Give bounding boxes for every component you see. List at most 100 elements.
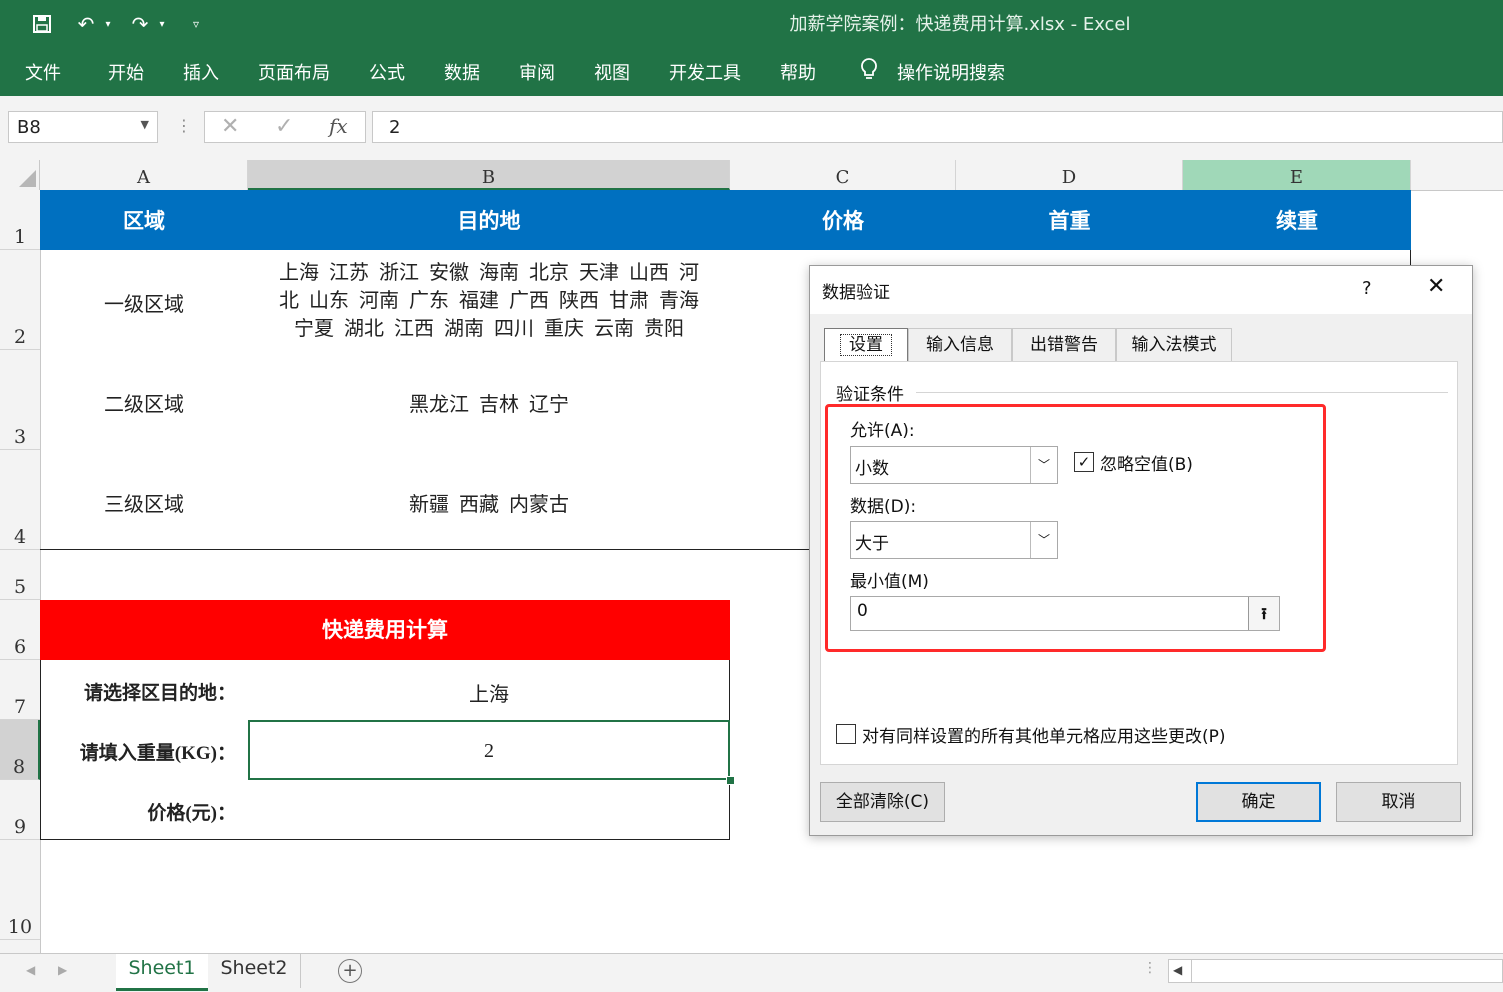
tab-error-alert[interactable]: 出错警告 — [1012, 328, 1116, 361]
tab-data[interactable]: 数据 — [444, 59, 480, 85]
row-header-4[interactable]: 4 — [0, 450, 40, 550]
region-destinations-2[interactable]: 黑龙江 吉林 辽宁 — [248, 388, 730, 417]
title-bar: ↶ ▾ ↷ ▾ ▿ 加薪学院案例：快递费用计算.xlsx - Excel — [0, 0, 1503, 48]
row-header-10[interactable]: 10 — [0, 840, 40, 940]
header-cell-extra-weight[interactable]: 续重 — [1183, 190, 1411, 250]
row-header-2[interactable]: 2 — [0, 250, 40, 350]
sheet-tab-sheet2[interactable]: Sheet2 — [208, 954, 301, 988]
tab-page-layout[interactable]: 页面布局 — [258, 59, 330, 85]
column-header-c[interactable]: C — [730, 160, 956, 190]
window-title: 加薪学院案例：快递费用计算.xlsx - Excel — [789, 14, 1131, 35]
tab-input-message[interactable]: 输入信息 — [908, 328, 1012, 361]
ok-button[interactable]: 确定 — [1196, 782, 1321, 822]
scroll-left-icon[interactable]: ◀ — [26, 963, 35, 977]
formula-buttons: ✕ ✓ fx — [204, 111, 366, 143]
ignore-blank-checkbox[interactable]: ✓ — [1074, 452, 1094, 472]
row-header-1[interactable]: 1 — [0, 190, 40, 250]
region-destinations-1[interactable]: 上海 江苏 浙江 安徽 海南 北京 天津 山西 河 北 山东 河南 广东 福建 … — [248, 259, 730, 343]
section-label-criteria: 验证条件 — [836, 385, 904, 405]
region-name-1[interactable]: 一级区域 — [40, 288, 248, 317]
tab-developer[interactable]: 开发工具 — [669, 59, 741, 85]
header-cell-first-weight[interactable]: 首重 — [956, 190, 1183, 250]
row-header-6[interactable]: 6 — [0, 600, 40, 660]
row-header-5[interactable]: 5 — [0, 550, 40, 600]
row-header-3[interactable]: 3 — [0, 350, 40, 450]
minimum-input[interactable]: 0 ⭱ — [850, 596, 1280, 631]
column-header-b[interactable]: B — [248, 160, 730, 190]
clear-all-button[interactable]: 全部清除(C) — [820, 782, 945, 822]
weight-input-cell-selected[interactable]: 2 — [248, 720, 730, 780]
price-label: 价格(元)： — [147, 803, 236, 824]
region-name-3[interactable]: 三级区域 — [40, 488, 248, 517]
calc-title[interactable]: 快递费用计算 — [40, 600, 730, 660]
tab-home[interactable]: 开始 — [108, 59, 144, 85]
region-destinations-3[interactable]: 新疆 西藏 内蒙古 — [248, 488, 730, 517]
region-name-2[interactable]: 二级区域 — [40, 388, 248, 417]
sheet-tab-sheet1[interactable]: Sheet1 — [116, 954, 208, 991]
minimum-label: 最小值(M) — [850, 572, 929, 592]
redo-dropdown-icon[interactable]: ▾ — [154, 8, 170, 40]
row-headers: 1 2 3 4 5 6 7 8 9 10 — [0, 190, 41, 953]
enter-icon[interactable]: ✓ — [275, 114, 293, 139]
help-button[interactable]: ? — [1362, 278, 1372, 299]
tab-insert[interactable]: 插入 — [183, 59, 219, 85]
collapse-dialog-icon[interactable]: ⭱ — [1248, 597, 1279, 630]
data-select[interactable]: 大于 ﹀ — [850, 521, 1058, 559]
row-header-7[interactable]: 7 — [0, 660, 40, 720]
scrollbar-divider — [1191, 960, 1192, 982]
column-header-d[interactable]: D — [956, 160, 1183, 190]
horizontal-scrollbar[interactable]: ◀ — [1168, 959, 1503, 983]
scroll-right-icon[interactable]: ▶ — [58, 963, 67, 977]
section-divider — [916, 392, 1448, 393]
header-cell-region[interactable]: 区域 — [40, 190, 248, 250]
cancel-button[interactable]: 取消 — [1336, 782, 1461, 822]
tab-settings[interactable]: 设置 — [824, 328, 908, 361]
scroll-left-icon[interactable]: ◀ — [1173, 963, 1182, 977]
formula-input[interactable]: 2 — [372, 111, 1503, 143]
tab-file[interactable]: 文件 — [25, 59, 61, 85]
allow-select[interactable]: 小数 ﹀ — [850, 446, 1058, 484]
minimum-input-value: 0 — [857, 601, 868, 621]
close-icon[interactable]: ✕ — [1427, 274, 1445, 299]
destination-value-cell[interactable]: 上海 — [248, 678, 730, 707]
tell-me-search[interactable]: 操作说明搜索 — [897, 59, 1005, 85]
apply-all-checkbox[interactable] — [836, 724, 856, 744]
cancel-icon[interactable]: ✕ — [221, 114, 239, 139]
tab-review[interactable]: 审阅 — [519, 59, 555, 85]
chevron-down-icon[interactable]: ﹀ — [1030, 447, 1057, 483]
destination-line: 宁夏 湖北 江西 湖南 四川 重庆 云南 贵阳 — [294, 318, 684, 340]
more-options-icon[interactable]: ⋮ — [176, 116, 192, 135]
price-value-cell[interactable] — [248, 790, 730, 840]
fill-handle[interactable] — [726, 776, 735, 785]
add-sheet-icon[interactable]: + — [338, 959, 362, 983]
allow-select-value: 小数 — [855, 459, 889, 479]
weight-label: 请填入重量(KG)： — [79, 743, 236, 764]
undo-icon[interactable]: ↶ — [72, 8, 100, 40]
select-all-button[interactable] — [0, 160, 40, 190]
undo-dropdown-icon[interactable]: ▾ — [100, 8, 116, 40]
column-header-a[interactable]: A — [40, 160, 248, 190]
insert-function-icon[interactable]: fx — [329, 114, 348, 138]
column-headers: A B C D E — [0, 160, 1503, 191]
allow-label: 允许(A): — [850, 421, 915, 441]
save-icon[interactable] — [28, 8, 56, 40]
name-box[interactable]: B8 ▼ — [8, 111, 158, 143]
header-cell-destination[interactable]: 目的地 — [248, 190, 730, 250]
customize-quick-access-icon[interactable]: ▿ — [186, 8, 206, 40]
data-validation-dialog: 数据验证 ? ✕ 设置 输入信息 出错警告 输入法模式 验证条件 允许(A): … — [809, 265, 1473, 836]
redo-icon[interactable]: ↷ — [126, 8, 154, 40]
ribbon-tabs: 文件 开始 插入 页面布局 公式 数据 审阅 视图 开发工具 帮助 操作说明搜索 — [0, 48, 1503, 96]
tab-settings-label: 设置 — [840, 334, 892, 356]
row-header-9[interactable]: 9 — [0, 780, 40, 840]
tab-view[interactable]: 视图 — [594, 59, 630, 85]
column-header-e[interactable]: E — [1183, 160, 1411, 190]
splitter-icon[interactable]: ⋮ — [1143, 960, 1157, 976]
dialog-title: 数据验证 — [822, 283, 890, 303]
tab-help[interactable]: 帮助 — [780, 59, 816, 85]
chevron-down-icon[interactable]: ﹀ — [1030, 522, 1057, 558]
tab-formulas[interactable]: 公式 — [369, 59, 405, 85]
header-cell-price[interactable]: 价格 — [730, 190, 956, 250]
tab-ime-mode[interactable]: 输入法模式 — [1116, 328, 1232, 361]
chevron-down-icon[interactable]: ▼ — [141, 118, 149, 131]
row-header-8[interactable]: 8 — [0, 720, 40, 780]
